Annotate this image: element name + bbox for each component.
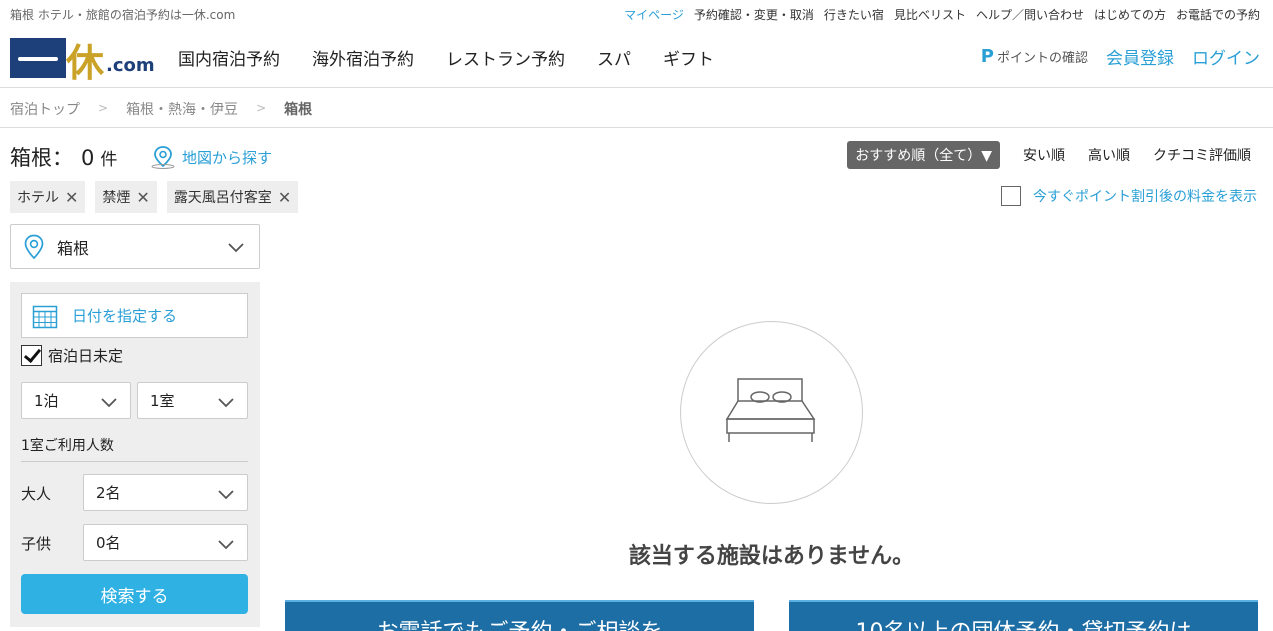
breadcrumb-region[interactable]: 箱根・熱海・伊豆 bbox=[126, 99, 238, 119]
breadcrumb-separator: > bbox=[256, 101, 267, 115]
logo-kanji: 休 bbox=[66, 40, 105, 85]
filter-chip-label: 露天風呂付客室 bbox=[173, 190, 272, 206]
chevron-down-icon bbox=[218, 490, 234, 500]
result-unit: 件 bbox=[100, 150, 118, 170]
filter-chip-hotel: ホテル ✕ bbox=[10, 181, 86, 213]
sort-dropdown[interactable]: おすすめ順（全て）▼ bbox=[847, 141, 1000, 169]
top-strip: 箱根 ホテル・旅館の宿泊予約は一休.com マイページ 予約確認・変更・取消 行… bbox=[0, 0, 1273, 28]
nights-value: 1泊 bbox=[34, 392, 59, 410]
mypage-link[interactable]: マイページ bbox=[624, 6, 684, 23]
nav-domestic-stay[interactable]: 国内宿泊予約 bbox=[178, 45, 280, 70]
chevron-down-icon bbox=[218, 398, 234, 408]
calendar-icon bbox=[32, 305, 58, 328]
reservation-manage-link[interactable]: 予約確認・変更・取消 bbox=[694, 6, 814, 23]
phone-consult-banner-label: お電話でもご予約・ご相談を bbox=[376, 614, 662, 631]
points-link[interactable]: P ポイントの確認 bbox=[981, 46, 1088, 67]
compare-list-link[interactable]: 見比べリスト bbox=[894, 6, 966, 23]
close-icon[interactable]: ✕ bbox=[65, 188, 78, 207]
divider bbox=[0, 127, 1273, 128]
bed-icon bbox=[725, 378, 816, 442]
filter-chip-label: 禁煙 bbox=[102, 190, 131, 206]
logo-suffix: .com bbox=[106, 55, 155, 76]
site-logo[interactable]: 休 .com bbox=[10, 34, 155, 85]
date-undecided-toggle[interactable]: 宿泊日未定 bbox=[21, 345, 123, 366]
utility-links: マイページ 予約確認・変更・取消 行きたい宿 見比べリスト ヘルプ／問い合わせ … bbox=[624, 6, 1260, 23]
group-reservation-banner-label: 10名以上の団体予約・貸切予約は bbox=[856, 614, 1192, 631]
nav-overseas-stay[interactable]: 海外宿泊予約 bbox=[312, 45, 414, 70]
rooms-value: 1室 bbox=[150, 392, 175, 410]
filter-chips: ホテル ✕ 禁煙 ✕ 露天風呂付客室 ✕ bbox=[10, 181, 299, 213]
nav-gift[interactable]: ギフト bbox=[663, 45, 714, 70]
adult-label: 大人 bbox=[21, 485, 52, 503]
map-pin-icon bbox=[151, 146, 175, 169]
nights-select[interactable]: 1泊 bbox=[21, 382, 131, 419]
points-discount-checkbox[interactable] bbox=[1001, 186, 1021, 206]
nav-restaurant[interactable]: レストラン予約 bbox=[446, 45, 565, 70]
breadcrumb-separator: > bbox=[98, 101, 109, 115]
date-undecided-label: 宿泊日未定 bbox=[48, 347, 124, 365]
point-p-icon: P bbox=[980, 46, 994, 67]
result-count: 0 bbox=[81, 146, 95, 170]
close-icon[interactable]: ✕ bbox=[278, 188, 291, 207]
map-search-link[interactable]: 地図から探す bbox=[150, 145, 272, 169]
points-discount-toggle[interactable]: 今すぐポイント割引後の料金を表示 bbox=[1001, 186, 1257, 206]
people-label: 1室ご利用人数 bbox=[21, 438, 114, 454]
location-pin-icon bbox=[24, 234, 44, 259]
help-link[interactable]: ヘルプ／問い合わせ bbox=[976, 6, 1084, 23]
date-picker-label: 日付を指定する bbox=[72, 307, 178, 325]
points-label: ポイントの確認 bbox=[996, 51, 1088, 66]
date-picker-button[interactable]: 日付を指定する bbox=[21, 293, 248, 338]
rooms-select[interactable]: 1室 bbox=[137, 382, 248, 419]
filter-chip-label: ホテル bbox=[17, 190, 59, 206]
empty-state-illustration bbox=[680, 321, 863, 504]
main-nav: 国内宿泊予約 海外宿泊予約 レストラン予約 スパ ギフト bbox=[178, 45, 714, 70]
search-panel: 日付を指定する 宿泊日未定 1泊 1室 1室ご利用人数 大人 2名 子供 0名 … bbox=[10, 282, 260, 627]
sort-review[interactable]: クチコミ評価順 bbox=[1153, 145, 1251, 165]
adult-select[interactable]: 2名 bbox=[83, 474, 248, 511]
wishlist-link[interactable]: 行きたい宿 bbox=[824, 6, 884, 23]
filter-chip-open-air-bath: 露天風呂付客室 ✕ bbox=[166, 181, 299, 213]
login-link[interactable]: ログイン bbox=[1192, 44, 1260, 69]
phone-consult-banner[interactable]: お電話でもご予約・ご相談を bbox=[285, 600, 754, 631]
points-discount-label: 今すぐポイント割引後の料金を表示 bbox=[1033, 189, 1257, 205]
area-select[interactable]: 箱根 bbox=[10, 224, 260, 269]
child-label: 子供 bbox=[21, 535, 52, 553]
divider bbox=[21, 461, 248, 462]
group-reservation-banner[interactable]: 10名以上の団体予約・貸切予約は bbox=[789, 600, 1258, 631]
register-link[interactable]: 会員登録 bbox=[1106, 44, 1174, 69]
adult-value: 2名 bbox=[96, 484, 121, 502]
child-select[interactable]: 0名 bbox=[83, 524, 248, 561]
map-search-label: 地図から探す bbox=[182, 148, 273, 167]
main-header: 休 .com 国内宿泊予約 海外宿泊予約 レストラン予約 スパ ギフト P ポイ… bbox=[0, 28, 1273, 88]
chevron-down-icon bbox=[218, 540, 234, 550]
sort-cheap[interactable]: 安い順 bbox=[1023, 145, 1065, 165]
result-area: 箱根： bbox=[10, 146, 73, 170]
empty-state-message: 該当する施設はありません。 bbox=[628, 544, 915, 569]
chevron-down-icon bbox=[101, 398, 117, 408]
area-select-value: 箱根 bbox=[57, 238, 90, 258]
search-button[interactable]: 検索する bbox=[21, 574, 248, 614]
child-value: 0名 bbox=[96, 534, 121, 552]
logo-mark-icon bbox=[10, 38, 66, 78]
nav-spa[interactable]: スパ bbox=[597, 45, 631, 70]
site-tagline: 箱根 ホテル・旅館の宿泊予約は一休.com bbox=[10, 8, 236, 22]
page-title: 箱根： 0 件 bbox=[10, 142, 117, 172]
date-undecided-checkbox[interactable] bbox=[21, 345, 42, 366]
account-nav: P ポイントの確認 会員登録 ログイン bbox=[981, 44, 1260, 69]
sort-bar: おすすめ順（全て）▼ 安い順 高い順 クチコミ評価順 bbox=[847, 141, 1251, 169]
breadcrumb-top[interactable]: 宿泊トップ bbox=[10, 99, 80, 119]
breadcrumb-current: 箱根 bbox=[284, 102, 313, 118]
sort-expensive[interactable]: 高い順 bbox=[1088, 145, 1130, 165]
chevron-down-icon bbox=[228, 243, 244, 253]
filter-chip-nonsmoking: 禁煙 ✕ bbox=[95, 181, 157, 213]
close-icon[interactable]: ✕ bbox=[136, 188, 149, 207]
first-time-link[interactable]: はじめての方 bbox=[1094, 6, 1166, 23]
phone-reservation-link[interactable]: お電話での予約 bbox=[1176, 6, 1260, 23]
breadcrumb: 宿泊トップ > 箱根・熱海・伊豆 > 箱根 bbox=[10, 99, 312, 119]
